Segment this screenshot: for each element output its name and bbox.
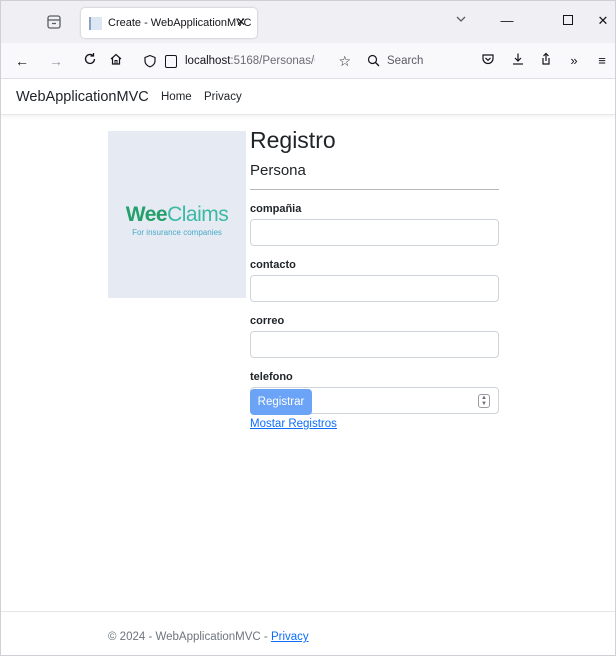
maximize-icon[interactable]	[558, 11, 578, 31]
divider	[250, 189, 499, 190]
site-footer: © 2024 - WebApplicationMVC - Privacy	[1, 611, 615, 655]
minimize-icon[interactable]: —	[497, 11, 517, 31]
pocket-icon[interactable]	[479, 52, 497, 70]
show-records-link[interactable]: Mostar Registros	[250, 418, 337, 430]
weeclaims-logo: WeeClaims For insurance companies	[108, 131, 246, 298]
register-button[interactable]: Registrar	[250, 389, 312, 415]
email-input[interactable]	[250, 331, 499, 358]
contact-input[interactable]	[250, 275, 499, 302]
address-bar[interactable]: localhost:5168/Personas/C ☆	[137, 48, 351, 74]
footer-privacy-link[interactable]: Privacy	[271, 631, 309, 643]
tab-bar: Create - WebApplicationMVC ✕ — ✕	[1, 1, 615, 43]
search-placeholder: Search	[387, 55, 424, 67]
company-input[interactable]	[250, 219, 499, 246]
footer-text: © 2024 - WebApplicationMVC - Privacy	[108, 631, 309, 643]
search-field[interactable]: Search	[359, 48, 465, 74]
contact-label: contacto	[250, 259, 296, 271]
tracking-protection-shield-icon[interactable]	[143, 54, 157, 68]
url-text: localhost:5168/Personas/C	[185, 55, 315, 67]
page-favicon-icon	[89, 16, 102, 30]
logo-wordmark: WeeClaims	[125, 203, 229, 226]
nav-link-privacy[interactable]: Privacy	[204, 91, 242, 103]
hamburger-menu-icon[interactable]: ≡	[593, 52, 611, 70]
chevron-down-icon[interactable]	[455, 13, 467, 28]
site-brand-link[interactable]: WebApplicationMVC	[16, 89, 149, 105]
bookmark-star-icon[interactable]: ☆	[338, 53, 351, 70]
reload-icon[interactable]	[80, 51, 100, 71]
home-icon[interactable]	[106, 51, 126, 71]
site-navbar: WebApplicationMVC Home Privacy	[1, 79, 615, 115]
number-spinner-icon[interactable]: ▲ ▼	[478, 394, 490, 408]
phone-label: telefono	[250, 371, 293, 383]
nav-link-home[interactable]: Home	[161, 91, 192, 103]
registration-form: Registro Persona compañia contacto corre…	[250, 127, 500, 414]
browser-window: Create - WebApplicationMVC ✕ — ✕ ← → loc…	[0, 0, 616, 656]
close-tab-icon[interactable]: ✕	[234, 15, 248, 29]
page-title: Registro	[250, 127, 336, 153]
page-info-icon[interactable]	[165, 54, 177, 68]
logo-tagline: For insurance companies	[132, 228, 222, 237]
web-page: WebApplicationMVC Home Privacy WeeClaims…	[1, 79, 615, 655]
window-close-icon[interactable]: ✕	[593, 11, 613, 31]
share-icon[interactable]	[537, 52, 555, 70]
form-subtitle: Persona	[250, 162, 306, 179]
email-label: correo	[250, 315, 285, 327]
forward-arrow-icon[interactable]: →	[46, 51, 66, 71]
back-arrow-icon[interactable]: ←	[12, 51, 32, 71]
overflow-chevron-icon[interactable]: »	[565, 52, 583, 70]
company-label: compañia	[250, 203, 302, 215]
tab-title: Create - WebApplicationMVC	[108, 17, 252, 29]
browser-tab-active[interactable]: Create - WebApplicationMVC ✕	[81, 8, 257, 38]
navigation-toolbar: ← → localhost:5168/Personas/C ☆ Search »…	[1, 43, 615, 79]
downloads-icon[interactable]	[509, 52, 527, 70]
tab-list-icon[interactable]	[45, 13, 63, 31]
search-icon	[367, 54, 381, 68]
